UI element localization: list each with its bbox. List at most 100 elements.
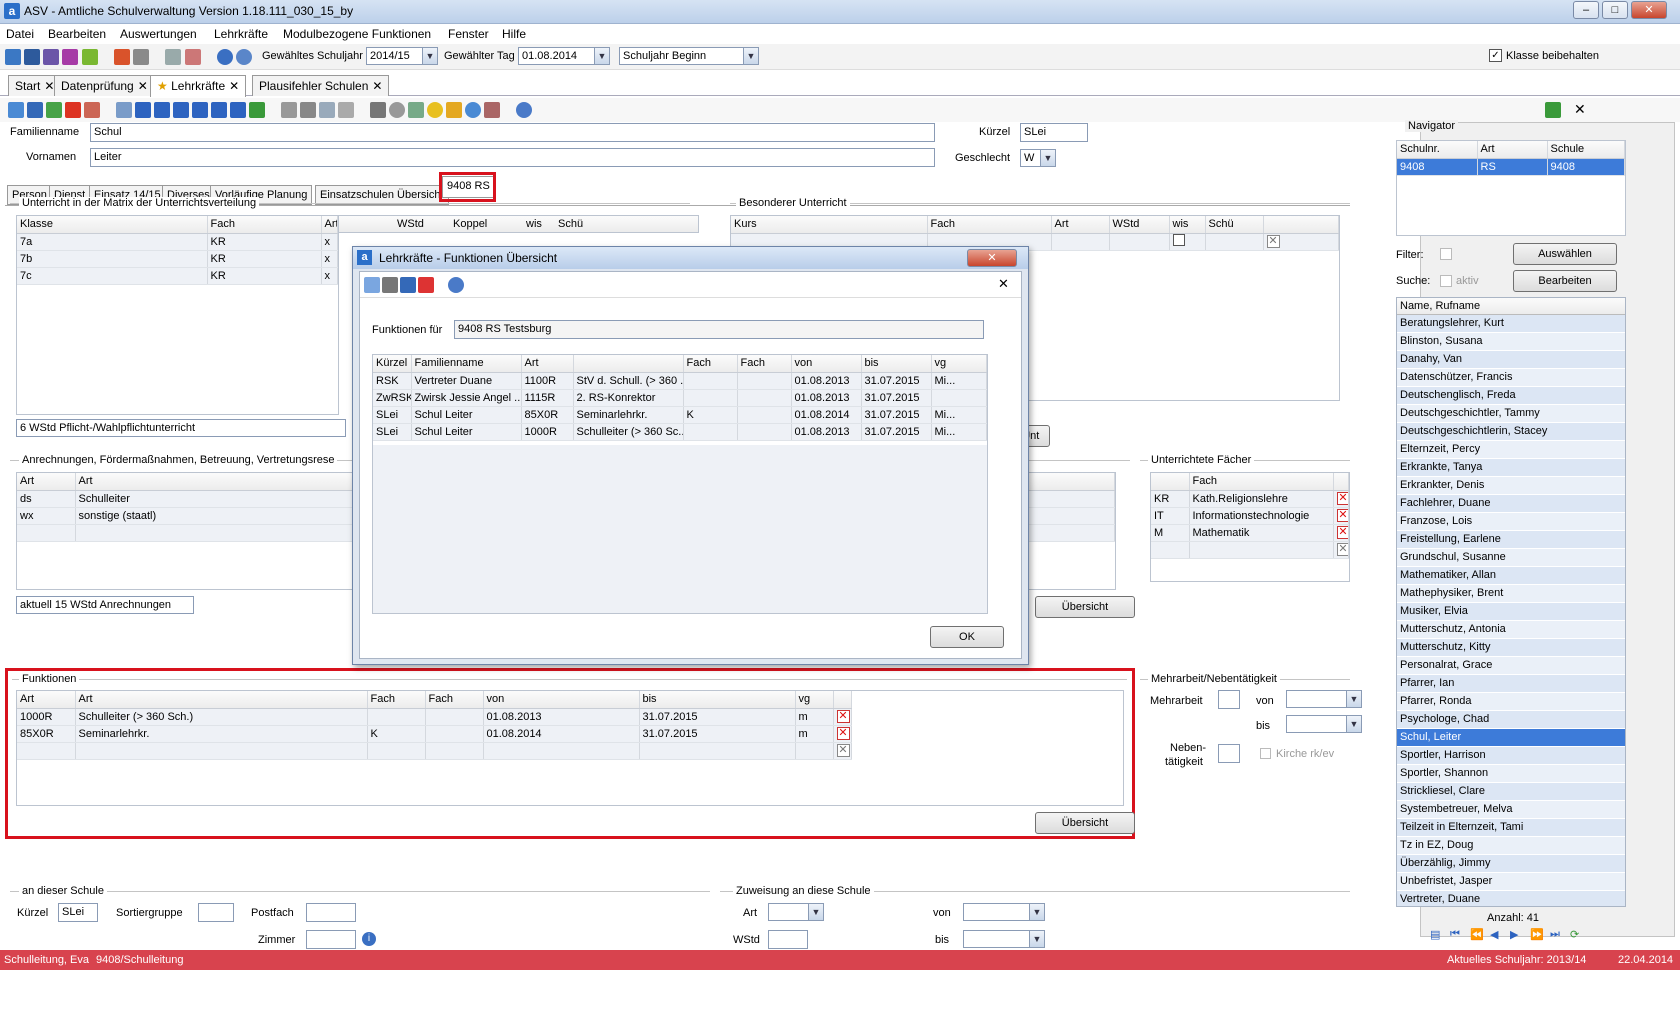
dialog-close-button[interactable]: ✕ bbox=[967, 249, 1017, 267]
first-icon[interactable] bbox=[135, 102, 151, 118]
column-header[interactable]: Art bbox=[1477, 141, 1548, 159]
close-icon[interactable]: ✕ bbox=[1574, 101, 1586, 118]
print-icon[interactable] bbox=[370, 102, 386, 118]
list-item[interactable]: Mathematiker, Allan bbox=[1397, 567, 1625, 585]
list-item[interactable]: Beratungslehrer, Kurt bbox=[1397, 315, 1625, 333]
first-icon[interactable]: ⏮ bbox=[1450, 928, 1460, 941]
table-row[interactable]: ZwRSK Zwirsk Jessie Angel ... 1115R 2. RS-K… bbox=[373, 389, 987, 407]
menu-auswertungen[interactable]: Auswertungen bbox=[120, 27, 197, 41]
kirche-checkbox[interactable] bbox=[1260, 748, 1271, 759]
export-icon[interactable] bbox=[84, 102, 100, 118]
book-icon[interactable] bbox=[114, 49, 130, 65]
zuweisung-wstd-input[interactable] bbox=[768, 930, 808, 949]
menu-datei[interactable]: Datei bbox=[6, 27, 34, 41]
auswaehlen-button[interactable]: Auswählen bbox=[1513, 243, 1617, 265]
column-header[interactable]: Art bbox=[521, 355, 574, 373]
column-header[interactable]: wis bbox=[526, 218, 542, 230]
list-item[interactable]: Teilzeit in Elternzeit, Tami bbox=[1397, 819, 1625, 837]
sync-icon[interactable] bbox=[1545, 102, 1561, 118]
list-item[interactable]: Überzählig, Jimmy bbox=[1397, 855, 1625, 873]
table-row[interactable]: KR Kath.Religionslehre ✕ bbox=[1151, 490, 1349, 508]
delete-icon[interactable] bbox=[65, 102, 81, 118]
list-item[interactable]: Strickliesel, Clare bbox=[1397, 783, 1625, 801]
funktionen-uebersicht-button[interactable]: Übersicht bbox=[1035, 812, 1135, 834]
subtab-einsatzschulen[interactable]: Einsatzschulen Übersicht bbox=[315, 185, 449, 205]
next-icon[interactable] bbox=[192, 102, 208, 118]
klasse-beibehalten-checkbox[interactable]: ✓ bbox=[1489, 49, 1502, 62]
column-header[interactable]: Art bbox=[75, 691, 368, 709]
prev-page-icon[interactable]: ⏪ bbox=[1470, 928, 1484, 941]
tab-datenpruefung[interactable]: Datenprüfung ✕ bbox=[54, 75, 155, 96]
list-item[interactable]: Deutschgeschichtlerin, Stacey bbox=[1397, 423, 1625, 441]
column-header[interactable]: Kurs bbox=[731, 216, 928, 234]
column-header[interactable]: Schulnr. bbox=[1397, 141, 1478, 159]
list-item[interactable]: Tz in EZ, Doug bbox=[1397, 837, 1625, 855]
user-card-icon[interactable] bbox=[484, 102, 500, 118]
subject-icon[interactable] bbox=[62, 49, 78, 65]
prev-page-icon[interactable] bbox=[154, 102, 170, 118]
list-item[interactable]: Mutterschutz, Antonia bbox=[1397, 621, 1625, 639]
list-item[interactable]: Blinston, Susana bbox=[1397, 333, 1625, 351]
column-header[interactable]: Koppel bbox=[453, 218, 487, 230]
class-icon[interactable] bbox=[43, 49, 59, 65]
column-header[interactable]: Fach bbox=[737, 355, 792, 373]
people-icon[interactable] bbox=[5, 49, 21, 65]
maximize-button[interactable]: □ bbox=[1602, 1, 1628, 19]
clock-icon[interactable] bbox=[465, 102, 481, 118]
column-header[interactable]: Schule bbox=[1547, 141, 1625, 159]
vornamen-input[interactable]: Leiter bbox=[90, 148, 935, 167]
tab-lehrkraefte[interactable]: ★ Lehrkräfte ✕ bbox=[150, 75, 247, 97]
column-header[interactable]: von bbox=[483, 691, 640, 709]
zuweisung-art-select[interactable]: ▼ bbox=[768, 903, 824, 921]
list-item[interactable]: Unbefristet, Jasper bbox=[1397, 873, 1625, 891]
schule-kuerzel-input[interactable]: SLei bbox=[58, 903, 98, 922]
column-header[interactable]: Klasse bbox=[17, 216, 208, 234]
wis-checkbox[interactable] bbox=[1172, 234, 1185, 246]
column-header[interactable]: Art bbox=[17, 473, 76, 491]
column-header[interactable]: WStd bbox=[1109, 216, 1170, 234]
zimmer-input[interactable] bbox=[306, 930, 356, 949]
column-header[interactable]: von bbox=[791, 355, 862, 373]
list-item[interactable]: Grundschul, Susanne bbox=[1397, 549, 1625, 567]
word-icon[interactable] bbox=[400, 277, 416, 293]
list-item[interactable]: Sportler, Shannon bbox=[1397, 765, 1625, 783]
column-header[interactable]: Fach bbox=[927, 216, 1052, 234]
list-item[interactable]: Mutterschutz, Kitty bbox=[1397, 639, 1625, 657]
list-item[interactable]: Fachlehrer, Duane bbox=[1397, 495, 1625, 513]
column-header[interactable]: wis bbox=[1169, 216, 1206, 234]
close-icon[interactable]: ✕ bbox=[372, 79, 382, 93]
zeitpunkt-select[interactable]: Schuljahr Beginn ▼ bbox=[619, 47, 759, 65]
refresh-icon[interactable] bbox=[249, 102, 265, 118]
list-icon[interactable] bbox=[116, 102, 132, 118]
sortiergruppe-input[interactable] bbox=[198, 903, 234, 922]
list-item[interactable]: Personalrat, Grace bbox=[1397, 657, 1625, 675]
table-row[interactable]: ✕ bbox=[1151, 541, 1349, 559]
delete-icon[interactable]: ✕ bbox=[1336, 543, 1348, 556]
menu-modulbezogene[interactable]: Modulbezogene Funktionen bbox=[283, 27, 431, 41]
close-icon[interactable]: ✕ bbox=[229, 79, 239, 93]
list-item[interactable]: Pfarrer, Ronda bbox=[1397, 693, 1625, 711]
table-row[interactable]: ✕ bbox=[17, 742, 852, 760]
delete-icon[interactable]: ✕ bbox=[836, 710, 850, 723]
pdf-icon[interactable] bbox=[418, 277, 434, 293]
list-item[interactable]: Danahy, Van bbox=[1397, 351, 1625, 369]
list-item[interactable]: Psychologe, Chad bbox=[1397, 711, 1625, 729]
print-icon[interactable] bbox=[382, 277, 398, 293]
close-icon[interactable]: ✕ bbox=[138, 79, 148, 93]
list-item[interactable]: Datenschützer, Francis bbox=[1397, 369, 1625, 387]
list-item[interactable]: Sportler, Harrison bbox=[1397, 747, 1625, 765]
delete-icon[interactable]: ✕ bbox=[1336, 509, 1348, 522]
document-icon[interactable] bbox=[408, 102, 424, 118]
schuljahr-select[interactable]: 2014/15 ▼ bbox=[366, 47, 438, 65]
column-header[interactable]: bis bbox=[861, 355, 932, 373]
table-row[interactable]: SLei Schul Leiter 85X0R Seminarlehrkr. K 01.0… bbox=[373, 406, 987, 424]
close-icon[interactable]: ✕ bbox=[998, 276, 1009, 292]
copy-icon[interactable] bbox=[319, 102, 335, 118]
tag-select[interactable]: 01.08.2014 ▼ bbox=[518, 47, 610, 65]
mehrarbeit-von-select[interactable]: ▼ bbox=[1286, 690, 1362, 708]
column-header[interactable]: Fach bbox=[367, 691, 426, 709]
help-icon[interactable] bbox=[516, 102, 532, 118]
lightbulb-icon[interactable] bbox=[427, 102, 443, 118]
faecher-uebersicht-button[interactable]: Übersicht bbox=[1035, 596, 1135, 618]
close-icon[interactable]: ✕ bbox=[44, 79, 54, 93]
